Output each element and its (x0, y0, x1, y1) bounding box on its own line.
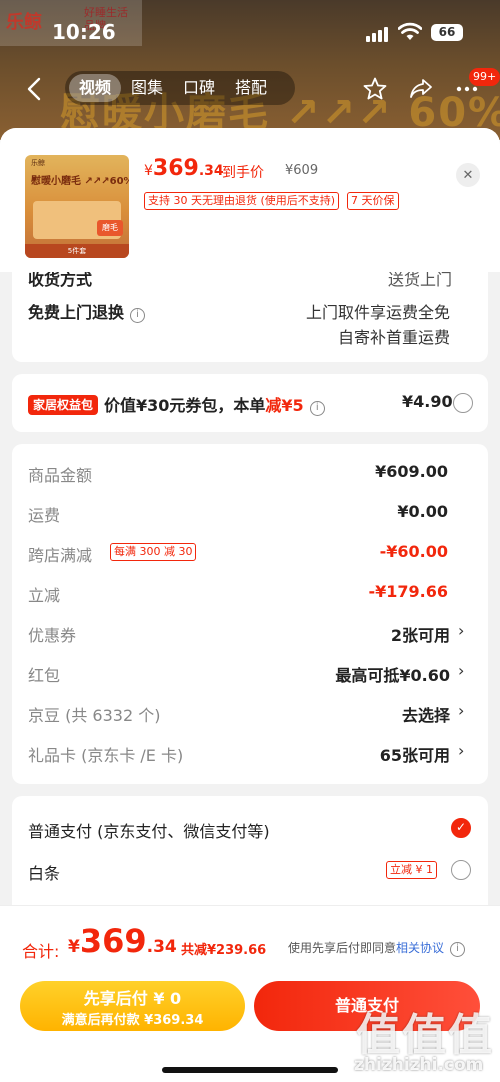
original-price: ¥609 (285, 163, 319, 178)
final-price-label: 到手价 (222, 165, 264, 181)
benefit-price: ¥4.90 (402, 392, 453, 411)
status-time: 10:26 (52, 20, 116, 44)
tab-video[interactable]: 视频 (69, 74, 122, 102)
final-price: ¥369.34 (144, 156, 224, 181)
battery-icon: 66 (431, 24, 463, 41)
chevron-right-icon[interactable]: › (458, 701, 464, 720)
summary-row-value[interactable]: 去选择 (402, 702, 450, 726)
total-saved: 共减¥239.66 (181, 943, 267, 958)
thumbnail-title: 慰暖小磨毛 ↗↗↗60% (31, 176, 129, 187)
summary-row-value[interactable]: 最高可抵¥0.60 (335, 662, 450, 686)
summary-row-value[interactable]: 2张可用 (391, 622, 450, 646)
return-pickup-text: 上门取件享运费全免 (305, 303, 450, 322)
baitiao-radio[interactable] (451, 860, 471, 880)
summary-row-label: 运费 (28, 506, 61, 525)
tab-gallery[interactable]: 图集 (121, 74, 173, 102)
free-return-label: 免费上门退换 i (28, 299, 146, 323)
product-header: 乐鲸 慰暖小磨毛 ↗↗↗60% 磨毛 5件套 ¥369.34 到手价 ¥609 … (0, 128, 500, 272)
benefit-badge: 家居权益包 (28, 395, 99, 415)
back-arrow-icon[interactable] (22, 76, 48, 102)
normal-payment-radio[interactable]: ✓ (451, 818, 471, 838)
return-self-ship-text: 自寄补首重运费 (337, 328, 450, 347)
info-icon[interactable]: i (450, 942, 466, 957)
summary-row-label: 红包 (28, 666, 61, 685)
summary-row-label: 立减 (28, 586, 61, 605)
summary-row-label: 优惠券 (28, 626, 77, 645)
pay-later-title: 先享后付 ¥ 0 (83, 989, 182, 1008)
summary-row-label: 礼品卡 (京东卡 /E 卡) (28, 746, 184, 765)
watermark: 值值值 zhizhizhi.com (350, 995, 500, 1082)
info-icon[interactable]: i (309, 401, 325, 416)
summary-row-value[interactable]: 65张可用 (380, 742, 450, 766)
info-icon[interactable]: i (130, 308, 146, 323)
product-thumbnail: 乐鲸 慰暖小磨毛 ↗↗↗60% 磨毛 5件套 (25, 155, 129, 258)
baitiao-discount-tag: 立减 ¥ 1 (386, 861, 437, 879)
summary-row-label: 商品金额 (28, 466, 93, 485)
summary-row-label: 跨店满减 (28, 546, 93, 565)
media-tab-bar: 视频 图集 口碑 搭配 (65, 71, 295, 105)
thumbnail-tag: 磨毛 (97, 220, 123, 236)
wifi-icon (398, 22, 422, 40)
agreement-text: 使用先享后付即同意相关协议 i (288, 939, 466, 957)
close-icon[interactable]: ✕ (456, 163, 480, 187)
summary-row-value: -¥179.66 (368, 582, 448, 601)
status-bar: 10:26 66 (0, 0, 500, 60)
share-icon[interactable] (408, 76, 434, 102)
watermark-logo: 值值值 (356, 1010, 494, 1061)
cellular-signal-icon (366, 26, 390, 42)
star-icon[interactable] (362, 76, 388, 102)
tab-matching[interactable]: 搭配 (225, 74, 277, 102)
total-price: ¥369.34 (68, 922, 177, 960)
price-protect-tag: 7 天价保 (347, 192, 399, 210)
summary-row-label: 京豆 (共 6332 个) (28, 706, 161, 725)
summary-row-value: ¥609.00 (375, 462, 448, 481)
tab-reviews[interactable]: 口碑 (173, 74, 225, 102)
benefit-radio[interactable] (453, 393, 473, 413)
baitiao-label[interactable]: 白条 (28, 860, 60, 884)
agreement-link[interactable]: 相关协议 (396, 941, 444, 955)
chevron-right-icon[interactable]: › (458, 661, 464, 680)
return-policy-tag: 支持 30 天无理由退货 (使用后不支持) (144, 192, 340, 210)
summary-row-tag: 每满 300 减 30 (110, 543, 197, 561)
thumbnail-banner: 5件套 (25, 244, 129, 258)
home-indicator (162, 1067, 338, 1073)
thumbnail-logo: 乐鲸 (31, 159, 45, 167)
benefit-pack-text: 家居权益包 价值¥30元券包，本单减¥5 i (28, 392, 325, 416)
benefit-pack-card[interactable]: 家居权益包 价值¥30元券包，本单减¥5 i ¥4.90 (12, 374, 488, 432)
notification-badge: 99+ (469, 68, 500, 86)
summary-row-value: -¥60.00 (379, 542, 448, 561)
pay-later-button[interactable]: 先享后付 ¥ 0 满意后再付款 ¥369.34 (20, 981, 245, 1031)
total-label: 合计: (22, 942, 60, 961)
watermark-text: zhizhizhi.com (354, 1055, 484, 1075)
normal-payment-label[interactable]: 普通支付 (京东支付、微信支付等) (28, 818, 270, 842)
order-summary-card: 商品金额 ¥609.00 运费 ¥0.00 跨店满减 每满 300 减 30 -¥60.00… (12, 444, 488, 784)
pay-later-subtitle: 满意后再付款 ¥369.34 (61, 1013, 204, 1028)
summary-row-value: ¥0.00 (397, 502, 448, 521)
chevron-right-icon[interactable]: › (458, 621, 464, 640)
chevron-right-icon[interactable]: › (458, 741, 464, 760)
